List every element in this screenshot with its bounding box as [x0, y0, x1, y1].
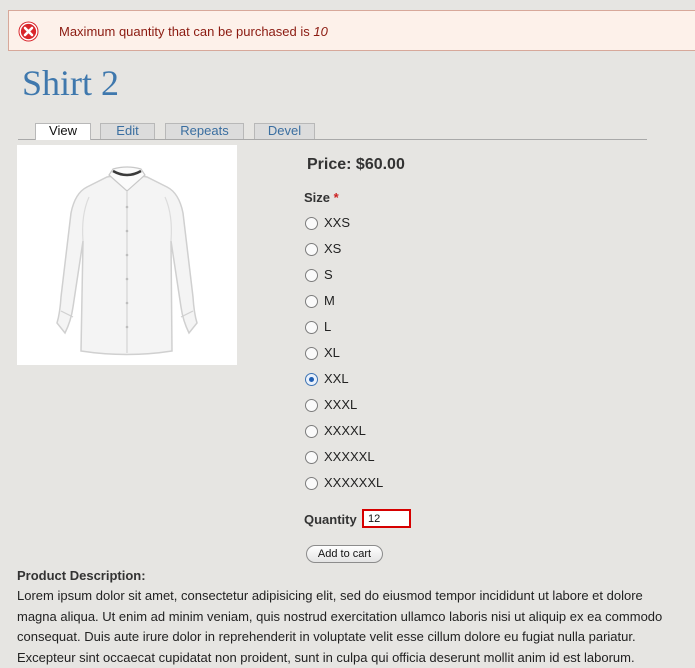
size-option-label: XS: [324, 241, 342, 256]
tab-edit[interactable]: Edit: [100, 123, 155, 139]
size-option-label: XXXXL: [324, 423, 366, 438]
size-option-label: XXXL: [324, 397, 358, 412]
radio-button[interactable]: [305, 451, 318, 464]
radio-button[interactable]: [305, 477, 318, 490]
quantity-input[interactable]: [362, 509, 411, 528]
product-price: Price: $60.00: [307, 156, 405, 173]
page-title: Shirt 2: [22, 63, 120, 103]
tabs-divider: [18, 139, 647, 140]
radio-button[interactable]: [305, 295, 318, 308]
size-option-label: L: [324, 319, 332, 334]
size-option-label: XL: [324, 345, 340, 360]
error-message-text: Maximum quantity that can be purchased i…: [59, 24, 310, 39]
radio-button[interactable]: [305, 243, 318, 256]
add-to-cart-button[interactable]: Add to cart: [306, 545, 383, 563]
radio-button[interactable]: [305, 425, 318, 438]
error-message: Maximum quantity that can be purchased i…: [59, 24, 328, 39]
required-marker: *: [333, 190, 339, 205]
radio-button[interactable]: [305, 321, 318, 334]
size-option-label: XXS: [324, 215, 351, 230]
size-option-label: S: [324, 267, 333, 282]
error-limit-value: 10: [313, 24, 328, 39]
product-image: [17, 145, 237, 365]
error-x-icon: [18, 21, 39, 42]
size-option-label: XXL: [324, 371, 349, 386]
radio-button-selected[interactable]: [305, 373, 318, 386]
radio-button[interactable]: [305, 399, 318, 412]
tab-devel[interactable]: Devel: [254, 123, 315, 139]
radio-button[interactable]: [305, 269, 318, 282]
tab-view[interactable]: View: [35, 123, 91, 140]
tab-repeats[interactable]: Repeats: [165, 123, 244, 139]
size-option-label: M: [324, 293, 335, 308]
quantity-label: Quantity: [304, 512, 357, 527]
size-option-label: XXXXXL: [324, 449, 375, 464]
radio-button[interactable]: [305, 347, 318, 360]
size-option-label: XXXXXXL: [324, 475, 384, 490]
radio-button[interactable]: [305, 217, 318, 230]
error-message-box: Maximum quantity that can be purchased i…: [8, 10, 695, 51]
shirt-image: [56, 166, 198, 356]
product-description-heading: Product Description:: [17, 568, 146, 583]
size-label-text: Size: [304, 190, 331, 205]
size-label: Size *: [304, 190, 339, 205]
product-description: Lorem ipsum dolor sit amet, consectetur …: [17, 588, 663, 665]
